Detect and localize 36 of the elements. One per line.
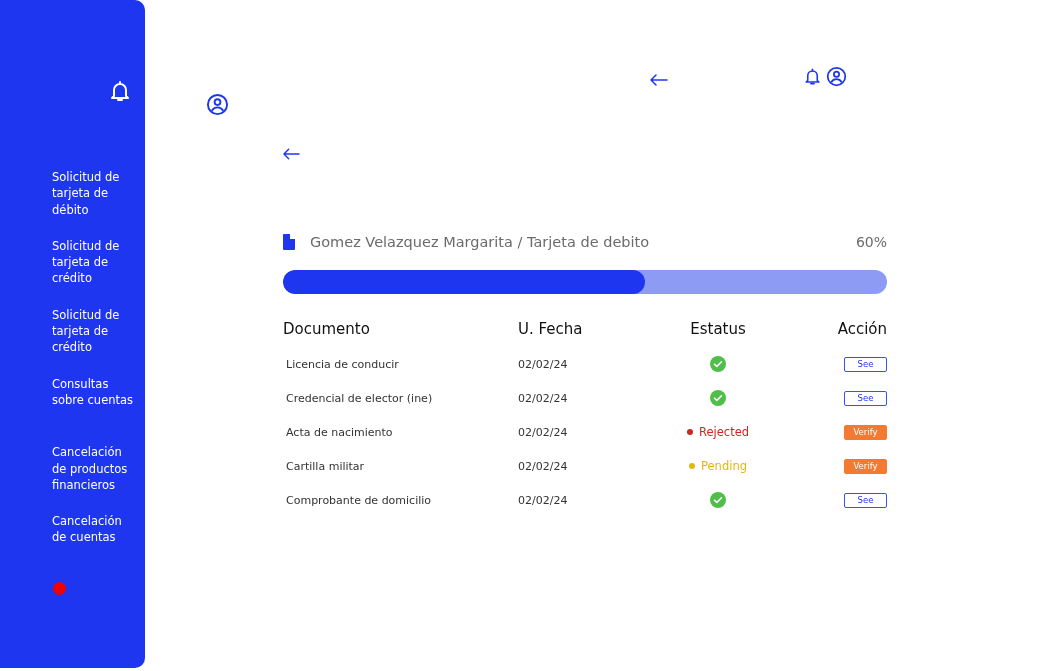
dot-icon xyxy=(53,581,66,595)
document-name: Comprobante de domicilio xyxy=(285,493,433,507)
date-text: 02/02/24 xyxy=(518,459,569,473)
sidebar-item[interactable]: Solicitud de tarjeta de crédito xyxy=(52,237,134,287)
document-name: Acta de nacimiento xyxy=(285,425,394,439)
date-text: 02/02/24 xyxy=(518,493,569,507)
document-name: Credencial de elector (ine) xyxy=(285,391,434,405)
check-circle-icon xyxy=(710,390,726,406)
sidebar-item[interactable]: Solicitud de tarjeta de crédito xyxy=(52,306,134,356)
document-icon xyxy=(283,234,295,250)
see-button[interactable]: See xyxy=(844,356,887,372)
profile-icon[interactable] xyxy=(826,66,847,87)
column-header: Estatus xyxy=(689,320,747,338)
check-circle-icon xyxy=(710,356,726,372)
notification-bell-icon[interactable] xyxy=(108,79,132,103)
check-circle-icon xyxy=(710,492,726,508)
status-text: Rejected xyxy=(699,425,749,439)
date-text: 02/02/24 xyxy=(518,425,569,439)
document-name: Cartilla militar xyxy=(285,459,366,473)
sidebar-item[interactable]: Cancelación de cuentas xyxy=(52,513,134,546)
profile-icon[interactable] xyxy=(206,93,229,116)
status-text: Pending xyxy=(701,459,747,473)
see-button[interactable]: See xyxy=(844,492,887,508)
column-header: U. Fecha xyxy=(518,320,584,338)
see-button[interactable]: See xyxy=(844,390,887,406)
column-header: Acción xyxy=(836,320,887,338)
date-text: 02/02/24 xyxy=(518,391,569,405)
sidebar-item[interactable]: Consultas sobre cuentas xyxy=(52,375,134,409)
notification-bell-icon[interactable] xyxy=(803,67,822,86)
document-name: Licencia de conducir xyxy=(285,357,400,371)
request-title: Gomez Velazquez Margarita / Tarjeta de debito xyxy=(310,234,650,250)
date-text: 02/02/24 xyxy=(518,357,569,371)
progress-percent: 60% xyxy=(855,234,887,250)
sidebar-item[interactable]: Solicitud de tarjeta de débito xyxy=(52,169,134,218)
column-header: Documento xyxy=(283,320,371,338)
sidebar-item[interactable]: Cancelación de productos financieros xyxy=(52,444,134,494)
